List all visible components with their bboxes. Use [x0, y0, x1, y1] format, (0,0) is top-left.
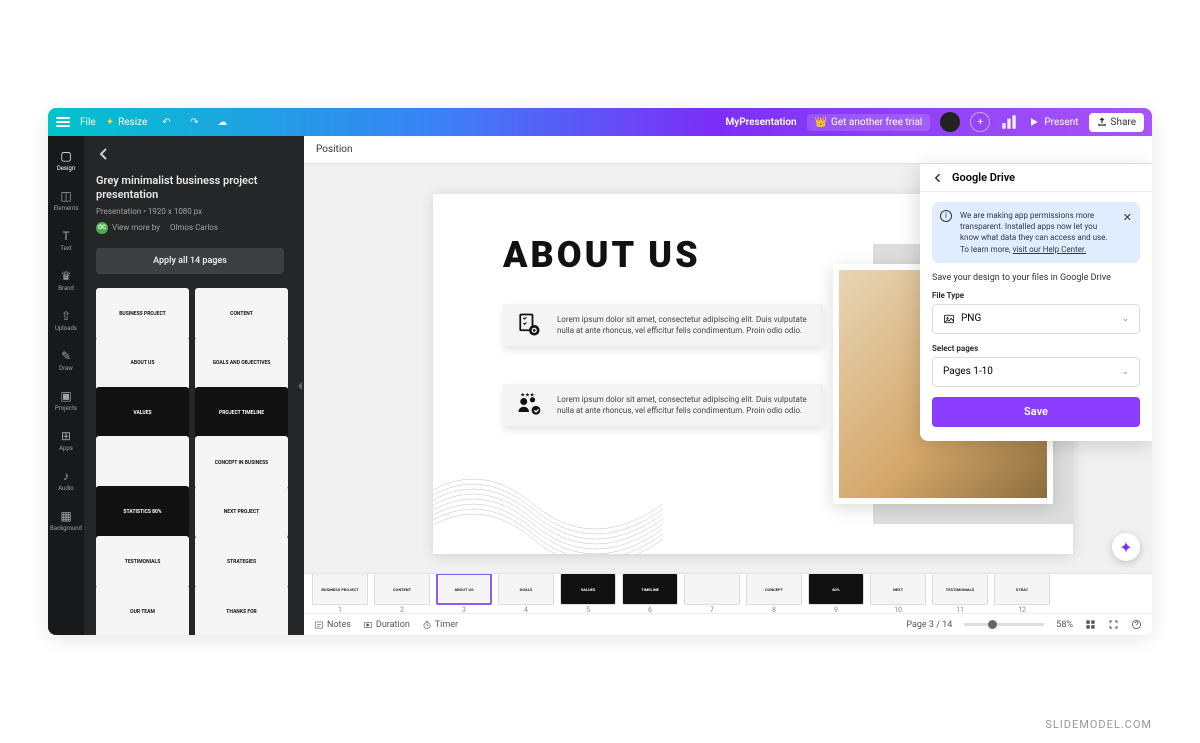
menu-icon[interactable]	[56, 117, 70, 127]
content-box-2[interactable]: ★★★ Lorem ipsum dolor sit amet, consecte…	[503, 384, 823, 426]
template-thumbnail[interactable]: GOALS AND OBJECTIVES	[195, 337, 288, 389]
template-thumbnail[interactable]: ABOUT US	[96, 337, 189, 389]
magic-button[interactable]: ✦	[1112, 533, 1140, 561]
google-drive-popover: Google Drive i ✕ We are making app permi…	[920, 164, 1152, 441]
popover-description: Save your design to your files in Google…	[920, 273, 1152, 283]
resize-button[interactable]: ✦Resize	[106, 117, 148, 128]
page-thumbnail[interactable]: ABOUT US3	[436, 574, 492, 613]
duration-button[interactable]: Duration	[363, 620, 410, 630]
rail-item-design[interactable]: ▢Design	[48, 140, 84, 180]
apply-all-button[interactable]: Apply all 14 pages	[96, 248, 284, 274]
templates-panel: Grey minimalist business project present…	[84, 136, 296, 635]
rail-item-text[interactable]: TText	[48, 220, 84, 260]
page-thumbnail[interactable]: STRAT12	[994, 574, 1050, 613]
zoom-slider[interactable]	[964, 623, 1044, 626]
page-thumbnail[interactable]: 7	[684, 574, 740, 613]
rail-item-draw[interactable]: ✎Draw	[48, 340, 84, 380]
page-filmstrip: BUSINESS PROJECT1CONTENT2ABOUT US3GOALS4…	[304, 574, 1152, 613]
slide-heading[interactable]: ABOUT US	[503, 234, 701, 276]
image-icon	[943, 313, 955, 325]
zoom-value: 58%	[1056, 620, 1073, 630]
template-thumbnail[interactable]: STATISTICS 80%	[96, 486, 189, 538]
page-thumbnail[interactable]: 80%9	[808, 574, 864, 613]
rail-item-projects[interactable]: ▣Projects	[48, 380, 84, 420]
template-thumbnail[interactable]: THANKS FOR	[195, 585, 288, 635]
save-button[interactable]: Save	[932, 397, 1140, 427]
rail-item-background[interactable]: ▦Background	[48, 500, 84, 540]
position-button[interactable]: Position	[316, 144, 352, 155]
filetype-label: File Type	[932, 291, 1140, 300]
tool-rail: ▢Design◫ElementsTText♛Brand⇧Uploads✎Draw…	[48, 136, 84, 635]
undo-icon[interactable]: ↶	[157, 113, 175, 131]
template-thumbnail[interactable]: NEXT PROJECT	[195, 486, 288, 538]
rail-item-brand[interactable]: ♛Brand	[48, 260, 84, 300]
collapse-panel-button[interactable]	[296, 136, 304, 635]
crown-icon: 👑	[815, 117, 827, 128]
template-thumbnail[interactable]: OUR TEAM	[96, 585, 189, 635]
page-thumbnail[interactable]: GOALS4	[498, 574, 554, 613]
analytics-icon[interactable]	[1000, 113, 1018, 131]
cloud-sync-icon[interactable]: ☁	[213, 113, 231, 131]
filetype-select[interactable]: PNG ⌄	[932, 304, 1140, 334]
rail-item-elements[interactable]: ◫Elements	[48, 180, 84, 220]
rail-item-uploads[interactable]: ⇧Uploads	[48, 300, 84, 340]
timer-button[interactable]: Timer	[422, 620, 458, 630]
help-icon[interactable]	[1131, 619, 1142, 630]
template-subtitle: Presentation • 1920 x 1080 px	[96, 207, 284, 216]
user-avatar[interactable]	[940, 112, 960, 132]
document-title[interactable]: MyPresentation	[726, 117, 797, 128]
template-thumbnail[interactable]: STRATEGIES	[195, 536, 288, 588]
chevron-down-icon: ⌄	[1121, 367, 1129, 377]
notes-button[interactable]: Notes	[314, 620, 351, 630]
top-menu-bar: File ✦Resize ↶ ↷ ☁ MyPresentation 👑Get a…	[48, 108, 1152, 136]
permissions-notice: i ✕ We are making app permissions more t…	[932, 202, 1140, 263]
rail-item-apps[interactable]: ⊞Apps	[48, 420, 84, 460]
watermark: SLIDEMODEL.COM	[1045, 718, 1152, 731]
grid-view-icon[interactable]	[1085, 619, 1096, 630]
page-thumbnail[interactable]: NEXT10	[870, 574, 926, 613]
redo-icon[interactable]: ↷	[185, 113, 203, 131]
back-icon[interactable]	[96, 146, 112, 162]
content-box-1[interactable]: Lorem ipsum dolor sit amet, consectetur …	[503, 304, 823, 346]
page-indicator: Page 3 / 14	[906, 620, 952, 630]
template-title: Grey minimalist business project present…	[96, 174, 284, 203]
pages-label: Select pages	[932, 344, 1140, 353]
page-thumbnail[interactable]: BUSINESS PROJECT1	[312, 574, 368, 613]
template-thumbnail[interactable]: CONCEPT IN BUSINESS	[195, 436, 288, 488]
page-thumbnail[interactable]: CONCEPT8	[746, 574, 802, 613]
close-icon[interactable]: ✕	[1123, 210, 1132, 225]
share-button[interactable]: Share	[1089, 113, 1144, 132]
popover-title: Google Drive	[952, 171, 1015, 184]
template-thumbnail[interactable]: BUSINESS PROJECT	[96, 288, 189, 340]
wave-decoration	[433, 444, 663, 554]
add-member-button[interactable]: +	[970, 112, 990, 132]
page-thumbnail[interactable]: TIMELINE6	[622, 574, 678, 613]
author-badge: OC	[96, 222, 108, 234]
chevron-down-icon: ⌄	[1121, 314, 1129, 324]
template-thumbnail[interactable]	[96, 436, 189, 488]
template-thumbnail[interactable]: PROJECT TIMELINE	[195, 387, 288, 439]
status-bar: Notes Duration Timer Page 3 / 14 58%	[304, 613, 1152, 635]
template-author[interactable]: OC View more by Olmos Carlos	[96, 222, 284, 234]
svg-text:★★★: ★★★	[520, 392, 534, 398]
clipboard-target-icon	[515, 311, 543, 339]
template-thumbnail[interactable]: CONTENT	[195, 288, 288, 340]
crown-icon: ✦	[106, 117, 114, 128]
page-thumbnail[interactable]: TESTIMONIALS11	[932, 574, 988, 613]
template-thumbnail[interactable]: VALUES	[96, 387, 189, 439]
context-toolbar: Position	[304, 136, 1152, 164]
trial-button[interactable]: 👑Get another free trial	[807, 114, 931, 131]
pages-select[interactable]: Pages 1-10 ⌄	[932, 357, 1140, 387]
info-icon: i	[940, 210, 952, 222]
fullscreen-icon[interactable]	[1108, 619, 1119, 630]
template-thumbnail[interactable]: TESTIMONIALS	[96, 536, 189, 588]
page-thumbnail[interactable]: CONTENT2	[374, 574, 430, 613]
team-check-icon: ★★★	[515, 391, 543, 419]
present-button[interactable]: Present	[1028, 116, 1078, 128]
file-menu[interactable]: File	[80, 117, 96, 128]
help-center-link[interactable]: visit our Help Center.	[1013, 245, 1087, 254]
rail-item-audio[interactable]: ♪Audio	[48, 460, 84, 500]
popover-back-icon[interactable]	[932, 172, 944, 184]
page-thumbnail[interactable]: VALUES5	[560, 574, 616, 613]
